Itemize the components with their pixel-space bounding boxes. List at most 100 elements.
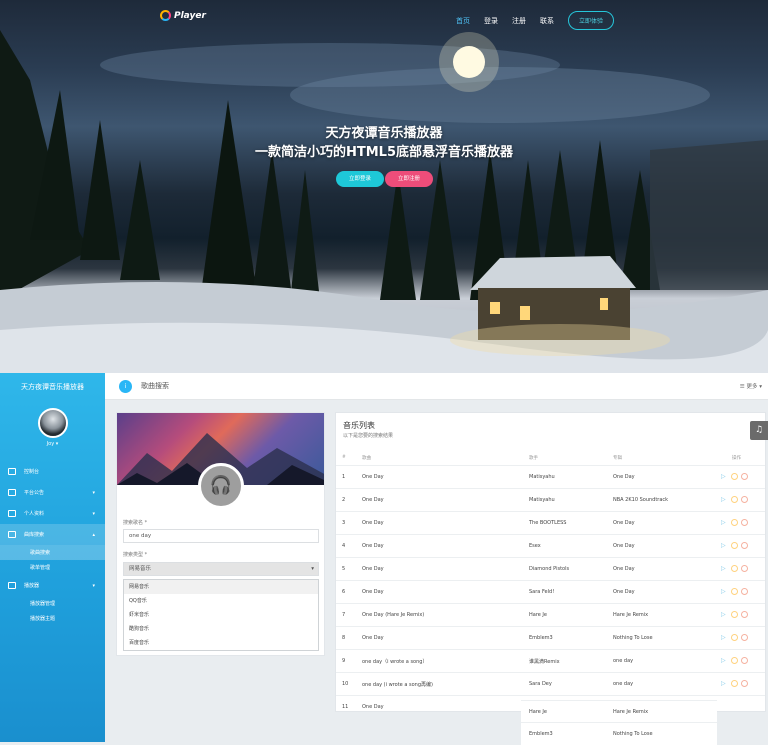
option-netease[interactable]: 网易音乐	[124, 580, 318, 594]
download-icon[interactable]	[741, 496, 748, 503]
row-artist: Hare Je	[529, 612, 547, 618]
nav-register[interactable]: 注册	[512, 16, 526, 26]
play-icon[interactable]: ▷	[721, 657, 728, 664]
option-kugou[interactable]: 酷狗音乐	[124, 622, 318, 636]
page-title: 歌曲搜索	[141, 382, 169, 390]
add-icon[interactable]	[731, 565, 738, 572]
sidebar-item-player[interactable]: 播放器 ▾	[0, 575, 105, 596]
col-actions: 操作	[732, 456, 741, 461]
music-library-icon	[8, 531, 16, 538]
table-row[interactable]: 9 one day（i wrote a song） 谁黑滴Remix one day ▷	[336, 649, 765, 672]
download-icon[interactable]	[741, 565, 748, 572]
source-select[interactable]: 网易音乐 ▾	[123, 562, 319, 576]
play-icon[interactable]: ▷	[721, 680, 728, 687]
row-index: 11	[342, 704, 349, 710]
more-menu[interactable]: ☰ 更多 ▾	[740, 382, 762, 390]
sidebar-item-profile[interactable]: 个人资料 ▾	[0, 503, 105, 524]
sidebar-item-player-theme[interactable]: 播放器主题	[0, 611, 105, 626]
download-icon[interactable]	[741, 657, 748, 664]
row-artist: Matisyahu	[529, 474, 555, 480]
play-icon[interactable]: ▷	[721, 634, 728, 641]
row-album: Nothing To Lose	[613, 635, 653, 641]
table-row[interactable]: 4 One Day Esex One Day ▷	[336, 534, 765, 557]
row-song: One Day	[362, 520, 384, 526]
download-icon[interactable]	[741, 542, 748, 549]
play-icon[interactable]: ▷	[721, 611, 728, 618]
row-actions: ▷	[721, 473, 748, 480]
row-album: One Day	[613, 566, 635, 572]
hero-title: 天方夜谭音乐播放器	[325, 126, 443, 141]
sidebar-item-song-search[interactable]: 歌曲搜索	[0, 545, 105, 560]
option-baidu[interactable]: 百度音乐	[124, 636, 318, 650]
table-row[interactable]: 10 one day (i wrote a song再编) Sara Dey one …	[336, 672, 765, 695]
add-icon[interactable]	[731, 588, 738, 595]
chevron-down-icon: ▾	[311, 566, 314, 572]
sidebar-item-library[interactable]: 曲库搜索 ▴	[0, 524, 105, 545]
add-icon[interactable]	[731, 611, 738, 618]
option-qq[interactable]: QQ音乐	[124, 594, 318, 608]
play-icon[interactable]: ▷	[721, 542, 728, 549]
download-icon[interactable]	[741, 634, 748, 641]
nav-home[interactable]: 首页	[456, 16, 470, 26]
add-icon[interactable]	[731, 496, 738, 503]
play-icon[interactable]: ▷	[721, 473, 728, 480]
option-xiami[interactable]: 虾米音乐	[124, 608, 318, 622]
play-icon[interactable]: ▷	[721, 496, 728, 503]
hero-banner: Player 首页 登录 注册 联系 立即体验 天方夜谭音乐播放器 一款简洁小巧…	[0, 0, 768, 373]
row-artist: Emblem3	[529, 635, 553, 641]
user-menu[interactable]: Joy ▾	[0, 441, 105, 447]
table-row[interactable]: 6 One Day Sara Feld! One Day ▷	[336, 580, 765, 603]
add-icon[interactable]	[731, 473, 738, 480]
add-icon[interactable]	[731, 519, 738, 526]
table-row[interactable]: 5 One Day Diamond Pistols One Day ▷	[336, 557, 765, 580]
results-title: 音乐列表	[343, 421, 375, 430]
results-subtitle: 以下是您要的搜索结果	[343, 433, 394, 439]
row-artist: The BOOTLESS	[529, 520, 567, 526]
table-row[interactable]: 1 One Day Matisyahu One Day ▷	[336, 465, 765, 488]
play-icon[interactable]: ▷	[721, 519, 728, 526]
download-icon[interactable]	[741, 680, 748, 687]
row-song: One Day (Hare Je Remix)	[362, 612, 425, 618]
hero-login-button[interactable]: 立即登录	[336, 171, 384, 187]
row-album: Hare Je Remix	[613, 612, 649, 618]
download-icon[interactable]	[741, 611, 748, 618]
logo[interactable]: Player	[160, 10, 206, 21]
row-song: One Day	[362, 474, 384, 480]
try-now-button[interactable]: 立即体验	[568, 11, 615, 30]
table-row[interactable]: 7 One Day (Hare Je Remix) Hare Je Hare Je R…	[336, 603, 765, 626]
add-icon[interactable]	[731, 657, 738, 664]
play-icon[interactable]: ▷	[721, 588, 728, 595]
row-artist: Emblem3	[529, 731, 553, 737]
sidebar-item-announcements[interactable]: 平台公告 ▾	[0, 482, 105, 503]
add-icon[interactable]	[731, 680, 738, 687]
sidebar-item-console[interactable]: 控制台	[0, 461, 105, 482]
search-input[interactable]: one day	[123, 529, 319, 543]
add-icon[interactable]	[731, 542, 738, 549]
row-song: One Day	[362, 543, 384, 549]
table-row[interactable]: 2 One Day Matisyahu NBA 2K10 Soundtrack ▷	[336, 488, 765, 511]
sidebar-item-playlist[interactable]: 歌单管理	[0, 560, 105, 575]
table-row[interactable]: 3 One Day The BOOTLESS One Day ▷	[336, 511, 765, 534]
download-icon[interactable]	[741, 519, 748, 526]
hero-subtitle: 一款简洁小巧的HTML5底部悬浮音乐播放器	[254, 145, 513, 160]
avatar[interactable]	[37, 408, 68, 438]
nav-login[interactable]: 登录	[484, 16, 498, 26]
table-row[interactable]: Hare Je Hare Je Remix	[521, 700, 717, 723]
logo-text: Player	[174, 10, 206, 21]
download-icon[interactable]	[741, 473, 748, 480]
add-icon[interactable]	[731, 634, 738, 641]
table-row[interactable]: 8 One Day Emblem3 Nothing To Lose ▷	[336, 626, 765, 649]
row-album: One Day	[613, 543, 635, 549]
play-icon[interactable]: ▷	[721, 565, 728, 572]
row-index: 1	[342, 474, 346, 480]
music-player-tab[interactable]: ♫	[750, 421, 768, 440]
chevron-down-icon: ▾	[92, 582, 95, 589]
nav-contact[interactable]: 联系	[540, 16, 554, 26]
night-landscape-illustration	[0, 30, 768, 373]
row-song: One Day	[362, 566, 384, 572]
download-icon[interactable]	[741, 588, 748, 595]
profile-icon	[8, 510, 16, 517]
headphones-avatar: 🎧	[198, 463, 244, 509]
sidebar-item-player-manage[interactable]: 播放器管理	[0, 596, 105, 611]
hero-register-button[interactable]: 立即注册	[385, 171, 433, 187]
